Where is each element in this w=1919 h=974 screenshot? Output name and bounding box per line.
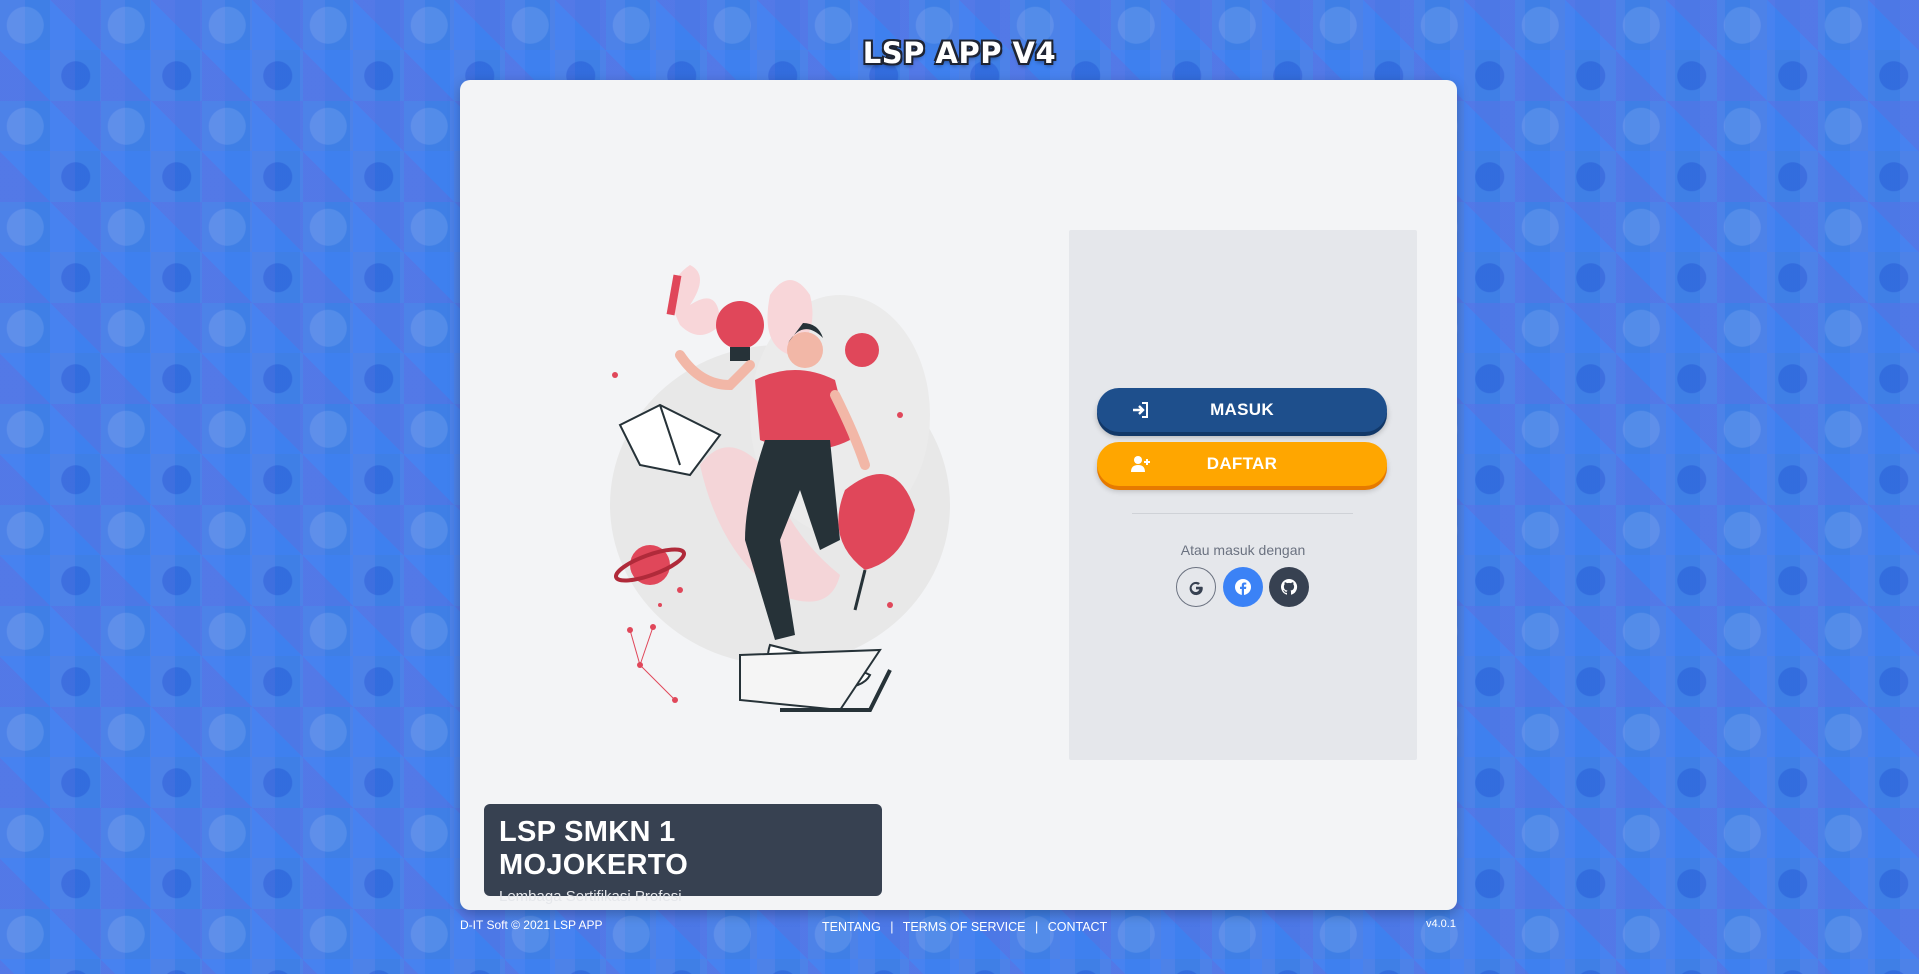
org-info-box: LSP SMKN 1 MOJOKERTO Lembaga Sertifikasi… [484, 804, 882, 905]
divider [1132, 513, 1353, 514]
app-title: LSP APP V4 [862, 36, 1057, 70]
org-name: LSP SMKN 1 MOJOKERTO [499, 816, 689, 881]
footer-link-tentang[interactable]: TENTANG [822, 920, 881, 934]
masuk-button[interactable]: MASUK [1097, 388, 1387, 432]
footer-links: TENTANG | TERMS OF SERVICE | CONTACT [822, 920, 1113, 934]
facebook-icon [1235, 579, 1251, 595]
login-panel: MASUK DAFTAR Atau masuk dengan [1069, 230, 1417, 760]
facebook-login-button[interactable] [1223, 567, 1263, 607]
footer-separator: | [890, 920, 894, 934]
google-icon [1189, 581, 1203, 596]
github-icon [1280, 578, 1298, 595]
daftar-button[interactable]: DAFTAR [1097, 442, 1387, 486]
hero-illustration [610, 265, 950, 712]
footer-copyright: D-IT Soft © 2021 LSP APP [460, 918, 603, 932]
sign-in-icon [1133, 402, 1148, 418]
footer-link-terms[interactable]: TERMS OF SERVICE [903, 920, 1026, 934]
masuk-label: MASUK [1210, 400, 1274, 419]
alt-login-text: Atau masuk dengan [1180, 542, 1306, 558]
footer-link-contact[interactable]: CONTACT [1048, 920, 1108, 934]
user-plus-icon [1131, 456, 1150, 472]
github-login-button[interactable] [1269, 567, 1309, 607]
google-login-button[interactable] [1176, 567, 1216, 607]
org-tagline: Lembaga Sertifikasi Profesi [499, 888, 682, 905]
footer-separator: | [1034, 920, 1039, 934]
app-version: v4.0.1 [1426, 918, 1456, 930]
main-card: MASUK DAFTAR Atau masuk dengan LSP SMKN … [460, 80, 1457, 910]
daftar-label: DAFTAR [1206, 454, 1278, 473]
